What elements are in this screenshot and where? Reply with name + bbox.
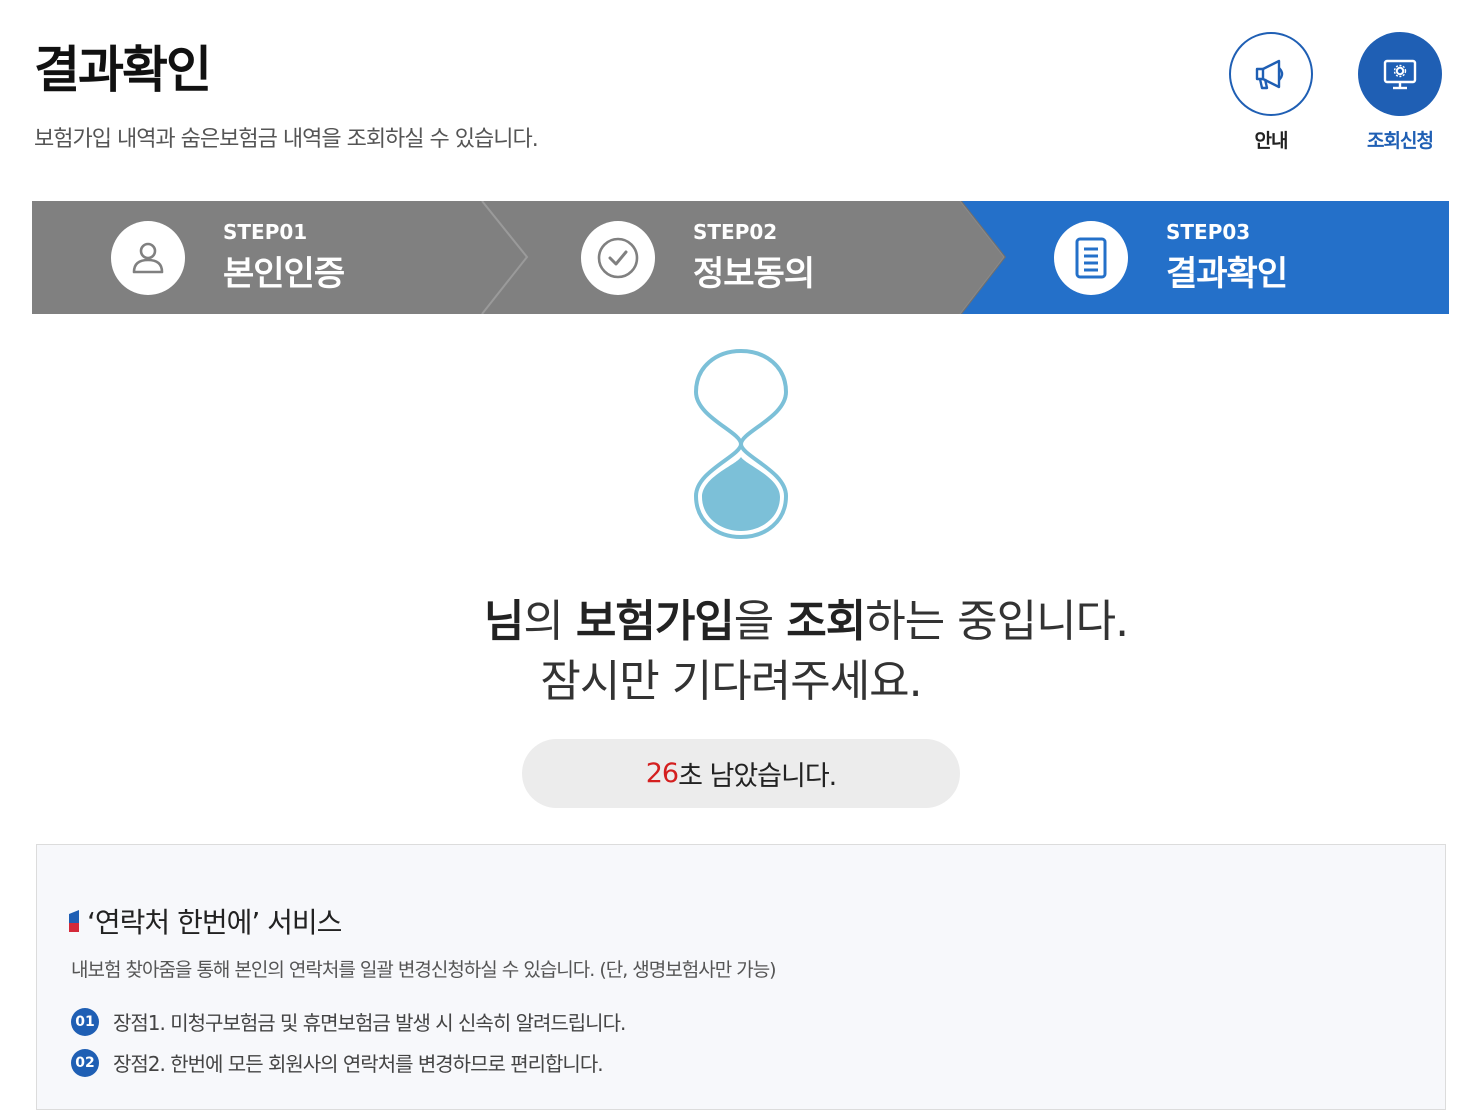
step-2-number: STEP02 <box>693 220 778 244</box>
page-subtitle: 보험가입 내역과 숨은보험금 내역을 조회하실 수 있습니다. <box>34 127 539 152</box>
step-3-icon-circle <box>1054 220 1128 295</box>
status-bold-insurance: 보험가입 <box>575 596 735 647</box>
countdown-suffix: 초 남았습니다. <box>678 761 837 792</box>
step-1: STEP01 본인인증 <box>111 201 345 314</box>
benefit-number-badge: 01 <box>71 1007 99 1036</box>
step-3-name: 결과확인 <box>1166 254 1288 294</box>
status-bold-inquiry: 조회 <box>786 596 866 647</box>
step-2: STEP02 정보동의 <box>581 201 815 314</box>
step-2-icon-circle <box>581 220 655 295</box>
monitor-icon <box>1383 59 1417 90</box>
person-icon <box>132 242 164 273</box>
info-title: ‘연락처 한번에’ 서비스 <box>87 906 342 939</box>
megaphone-icon <box>1255 59 1284 90</box>
page-title: 결과확인 <box>34 41 212 99</box>
hourglass-loading-icon <box>693 348 789 540</box>
benefit-text: 장점1. 미청구보험금 및 휴면보험금 발생 시 신속히 알려드립니다. <box>113 1011 626 1035</box>
status-part3: 하는 중입니다. <box>865 596 1129 647</box>
check-circle-icon <box>597 237 639 278</box>
info-title-row: ‘연락처 한번에’ 서비스 <box>69 901 342 941</box>
benefit-item: 01 장점1. 미청구보험금 및 휴면보험금 발생 시 신속히 알려드립니다. <box>71 1007 626 1036</box>
step-2-name: 정보동의 <box>693 254 815 294</box>
countdown-badge: 26 초 남았습니다. <box>522 739 960 808</box>
guide-label: 안내 <box>1254 130 1289 152</box>
guide-icon-circle <box>1229 32 1313 116</box>
step-1-number: STEP01 <box>223 220 308 244</box>
apply-button[interactable]: 조회신청 <box>1355 32 1445 153</box>
status-message-line1: 님의 보험가입을 조회하는 중입니다. <box>0 585 1462 649</box>
status-part2: 을 <box>733 596 787 647</box>
benefit-number-badge: 02 <box>71 1048 99 1077</box>
apply-label: 조회신청 <box>1367 130 1434 152</box>
info-description: 내보험 찾아줌을 통해 본인의 연락처를 일괄 변경신청하실 수 있습니다. (… <box>71 959 777 981</box>
status-message-line2: 잠시만 기다려주세요. <box>540 656 922 707</box>
benefit-item: 02 장점2. 한번에 모든 회원사의 연락처를 변경하므로 편리합니다. <box>71 1048 604 1077</box>
tricolor-flag-icon <box>69 910 79 932</box>
step-3: STEP03 결과확인 <box>1054 201 1288 314</box>
step-3-number: STEP03 <box>1166 220 1251 244</box>
contact-service-info-box: ‘연락처 한번에’ 서비스 내보험 찾아줌을 통해 본인의 연락처를 일괄 변경… <box>36 844 1446 1110</box>
step-1-icon-circle <box>111 220 185 295</box>
guide-button[interactable]: 안내 <box>1226 32 1316 153</box>
benefit-text: 장점2. 한번에 모든 회원사의 연락처를 변경하므로 편리합니다. <box>113 1052 604 1076</box>
status-part1: 의 <box>523 596 576 647</box>
document-icon <box>1075 237 1107 278</box>
user-name-suffix: 님 <box>483 596 524 647</box>
step-progress-bar: STEP01 본인인증 STEP02 정보동의 STEP03 결과확인 <box>32 201 1449 314</box>
countdown-seconds: 26 <box>645 758 679 789</box>
step-1-name: 본인인증 <box>223 254 345 294</box>
apply-icon-circle <box>1358 32 1442 116</box>
